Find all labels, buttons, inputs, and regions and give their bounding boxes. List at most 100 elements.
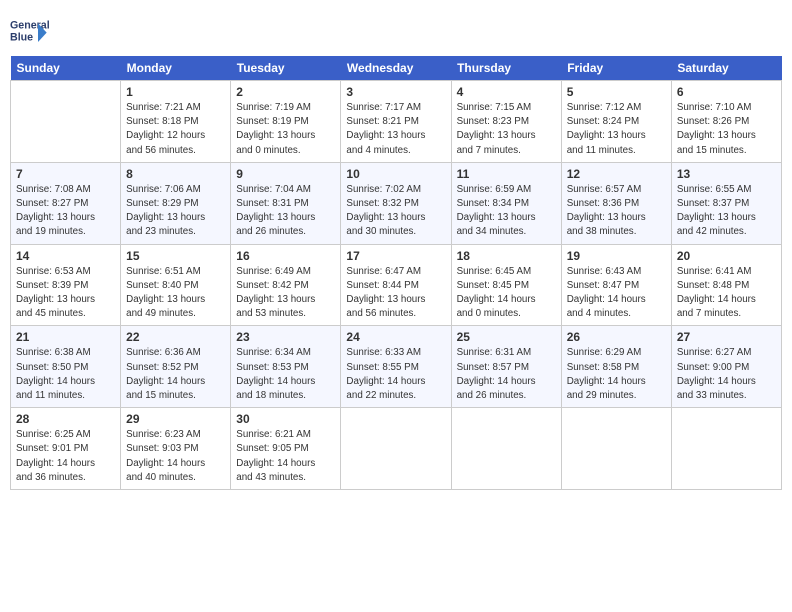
calendar-cell xyxy=(11,81,121,163)
calendar-cell: 23Sunrise: 6:34 AM Sunset: 8:53 PM Dayli… xyxy=(231,326,341,408)
day-number: 25 xyxy=(457,330,556,344)
calendar-table: SundayMondayTuesdayWednesdayThursdayFrid… xyxy=(10,56,782,490)
day-number: 26 xyxy=(567,330,666,344)
day-info: Sunrise: 6:33 AM Sunset: 8:55 PM Dayligh… xyxy=(346,346,445,403)
day-number: 27 xyxy=(677,330,776,344)
calendar-cell xyxy=(451,408,561,490)
day-number: 19 xyxy=(567,249,666,263)
calendar-cell: 15 Sunrise: 6:51 AM Sunset: 8:40 PM Dayli… xyxy=(121,244,231,326)
weekday-header-row: SundayMondayTuesdayWednesdayThursdayFrid… xyxy=(11,56,782,81)
calendar-cell: 19 Sunrise: 6:43 AM Sunset: 8:47 PM Dayli… xyxy=(561,244,671,326)
logo: GeneralBlue xyxy=(10,10,50,50)
calendar-cell: 29 Sunrise: 6:23 AM Sunset: 9:03 PM Dayli… xyxy=(121,408,231,490)
calendar-cell: 6 Sunrise: 7:10 AM Sunset: 8:26 PM Daylig… xyxy=(671,81,781,163)
day-number: 29 xyxy=(126,412,225,426)
calendar-cell xyxy=(341,408,451,490)
calendar-cell: 18 Sunrise: 6:45 AM Sunset: 8:45 PM Dayli… xyxy=(451,244,561,326)
day-number: 9 xyxy=(236,167,335,181)
day-info: Sunrise: 6:47 AM Sunset: 8:44 PM Dayligh… xyxy=(346,265,445,322)
day-info: Sunrise: 6:27 AM Sunset: 9:00 PM Dayligh… xyxy=(677,346,776,403)
day-number: 6 xyxy=(677,85,776,99)
calendar-cell: 1 Sunrise: 7:21 AM Sunset: 8:18 PM Daylig… xyxy=(121,81,231,163)
calendar-cell: 11 Sunrise: 6:59 AM Sunset: 8:34 PM Dayli… xyxy=(451,162,561,244)
day-number: 22 xyxy=(126,330,225,344)
day-info: Sunrise: 7:19 AM Sunset: 8:19 PM Dayligh… xyxy=(236,101,335,158)
day-info: Sunrise: 7:06 AM Sunset: 8:29 PM Dayligh… xyxy=(126,183,225,240)
day-info: Sunrise: 6:25 AM Sunset: 9:01 PM Dayligh… xyxy=(16,428,115,485)
day-info: Sunrise: 6:51 AM Sunset: 8:40 PM Dayligh… xyxy=(126,265,225,322)
calendar-cell: 9 Sunrise: 7:04 AM Sunset: 8:31 PM Daylig… xyxy=(231,162,341,244)
day-info: Sunrise: 6:45 AM Sunset: 8:45 PM Dayligh… xyxy=(457,265,556,322)
calendar-cell: 14Sunrise: 6:53 AM Sunset: 8:39 PM Dayli… xyxy=(11,244,121,326)
day-number: 16 xyxy=(236,249,335,263)
calendar-cell: 28Sunrise: 6:25 AM Sunset: 9:01 PM Dayli… xyxy=(11,408,121,490)
calendar-cell: 24 Sunrise: 6:33 AM Sunset: 8:55 PM Dayli… xyxy=(341,326,451,408)
day-info: Sunrise: 7:10 AM Sunset: 8:26 PM Dayligh… xyxy=(677,101,776,158)
day-number: 17 xyxy=(346,249,445,263)
calendar-cell: 12 Sunrise: 6:57 AM Sunset: 8:36 PM Dayli… xyxy=(561,162,671,244)
day-number: 12 xyxy=(567,167,666,181)
day-info: Sunrise: 7:17 AM Sunset: 8:21 PM Dayligh… xyxy=(346,101,445,158)
day-number: 5 xyxy=(567,85,666,99)
calendar-cell: 13Sunrise: 6:55 AM Sunset: 8:37 PM Dayli… xyxy=(671,162,781,244)
day-number: 10 xyxy=(346,167,445,181)
day-info: Sunrise: 7:15 AM Sunset: 8:23 PM Dayligh… xyxy=(457,101,556,158)
weekday-header-wednesday: Wednesday xyxy=(341,56,451,81)
calendar-cell: 5 Sunrise: 7:12 AM Sunset: 8:24 PM Daylig… xyxy=(561,81,671,163)
day-info: Sunrise: 6:23 AM Sunset: 9:03 PM Dayligh… xyxy=(126,428,225,485)
calendar-cell: 16 Sunrise: 6:49 AM Sunset: 8:42 PM Dayli… xyxy=(231,244,341,326)
calendar-cell: 10 Sunrise: 7:02 AM Sunset: 8:32 PM Dayli… xyxy=(341,162,451,244)
calendar-cell: 30Sunrise: 6:21 AM Sunset: 9:05 PM Dayli… xyxy=(231,408,341,490)
day-info: Sunrise: 6:34 AM Sunset: 8:53 PM Dayligh… xyxy=(236,346,335,403)
calendar-cell: 2 Sunrise: 7:19 AM Sunset: 8:19 PM Daylig… xyxy=(231,81,341,163)
day-info: Sunrise: 6:49 AM Sunset: 8:42 PM Dayligh… xyxy=(236,265,335,322)
weekday-header-saturday: Saturday xyxy=(671,56,781,81)
calendar-week-row: 21 Sunrise: 6:38 AM Sunset: 8:50 PM Dayli… xyxy=(11,326,782,408)
day-info: Sunrise: 7:04 AM Sunset: 8:31 PM Dayligh… xyxy=(236,183,335,240)
calendar-cell: 22 Sunrise: 6:36 AM Sunset: 8:52 PM Dayli… xyxy=(121,326,231,408)
calendar-cell: 21 Sunrise: 6:38 AM Sunset: 8:50 PM Dayli… xyxy=(11,326,121,408)
day-info: Sunrise: 6:57 AM Sunset: 8:36 PM Dayligh… xyxy=(567,183,666,240)
day-info: Sunrise: 6:43 AM Sunset: 8:47 PM Dayligh… xyxy=(567,265,666,322)
calendar-cell: 26 Sunrise: 6:29 AM Sunset: 8:58 PM Dayli… xyxy=(561,326,671,408)
day-number: 4 xyxy=(457,85,556,99)
logo-icon: GeneralBlue xyxy=(10,10,50,50)
calendar-week-row: 28Sunrise: 6:25 AM Sunset: 9:01 PM Dayli… xyxy=(11,408,782,490)
day-info: Sunrise: 6:38 AM Sunset: 8:50 PM Dayligh… xyxy=(16,346,115,403)
calendar-week-row: 7Sunrise: 7:08 AM Sunset: 8:27 PM Daylig… xyxy=(11,162,782,244)
day-number: 7 xyxy=(16,167,115,181)
day-info: Sunrise: 6:53 AM Sunset: 8:39 PM Dayligh… xyxy=(16,265,115,322)
calendar-cell: 7Sunrise: 7:08 AM Sunset: 8:27 PM Daylig… xyxy=(11,162,121,244)
day-info: Sunrise: 6:31 AM Sunset: 8:57 PM Dayligh… xyxy=(457,346,556,403)
calendar-cell xyxy=(671,408,781,490)
day-info: Sunrise: 7:02 AM Sunset: 8:32 PM Dayligh… xyxy=(346,183,445,240)
day-number: 21 xyxy=(16,330,115,344)
weekday-header-thursday: Thursday xyxy=(451,56,561,81)
day-number: 30 xyxy=(236,412,335,426)
day-number: 15 xyxy=(126,249,225,263)
day-info: Sunrise: 6:59 AM Sunset: 8:34 PM Dayligh… xyxy=(457,183,556,240)
day-number: 20 xyxy=(677,249,776,263)
day-number: 24 xyxy=(346,330,445,344)
day-info: Sunrise: 7:12 AM Sunset: 8:24 PM Dayligh… xyxy=(567,101,666,158)
weekday-header-sunday: Sunday xyxy=(11,56,121,81)
calendar-cell: 27 Sunrise: 6:27 AM Sunset: 9:00 PM Dayli… xyxy=(671,326,781,408)
day-info: Sunrise: 6:29 AM Sunset: 8:58 PM Dayligh… xyxy=(567,346,666,403)
calendar-cell: 20 Sunrise: 6:41 AM Sunset: 8:48 PM Dayli… xyxy=(671,244,781,326)
calendar-cell: 3 Sunrise: 7:17 AM Sunset: 8:21 PM Daylig… xyxy=(341,81,451,163)
day-info: Sunrise: 7:21 AM Sunset: 8:18 PM Dayligh… xyxy=(126,101,225,158)
day-number: 13 xyxy=(677,167,776,181)
weekday-header-friday: Friday xyxy=(561,56,671,81)
page-header: GeneralBlue xyxy=(10,10,782,50)
day-number: 2 xyxy=(236,85,335,99)
weekday-header-tuesday: Tuesday xyxy=(231,56,341,81)
day-number: 11 xyxy=(457,167,556,181)
day-number: 3 xyxy=(346,85,445,99)
day-number: 18 xyxy=(457,249,556,263)
day-number: 1 xyxy=(126,85,225,99)
day-info: Sunrise: 6:41 AM Sunset: 8:48 PM Dayligh… xyxy=(677,265,776,322)
calendar-cell xyxy=(561,408,671,490)
calendar-cell: 8Sunrise: 7:06 AM Sunset: 8:29 PM Daylig… xyxy=(121,162,231,244)
weekday-header-monday: Monday xyxy=(121,56,231,81)
day-info: Sunrise: 6:36 AM Sunset: 8:52 PM Dayligh… xyxy=(126,346,225,403)
